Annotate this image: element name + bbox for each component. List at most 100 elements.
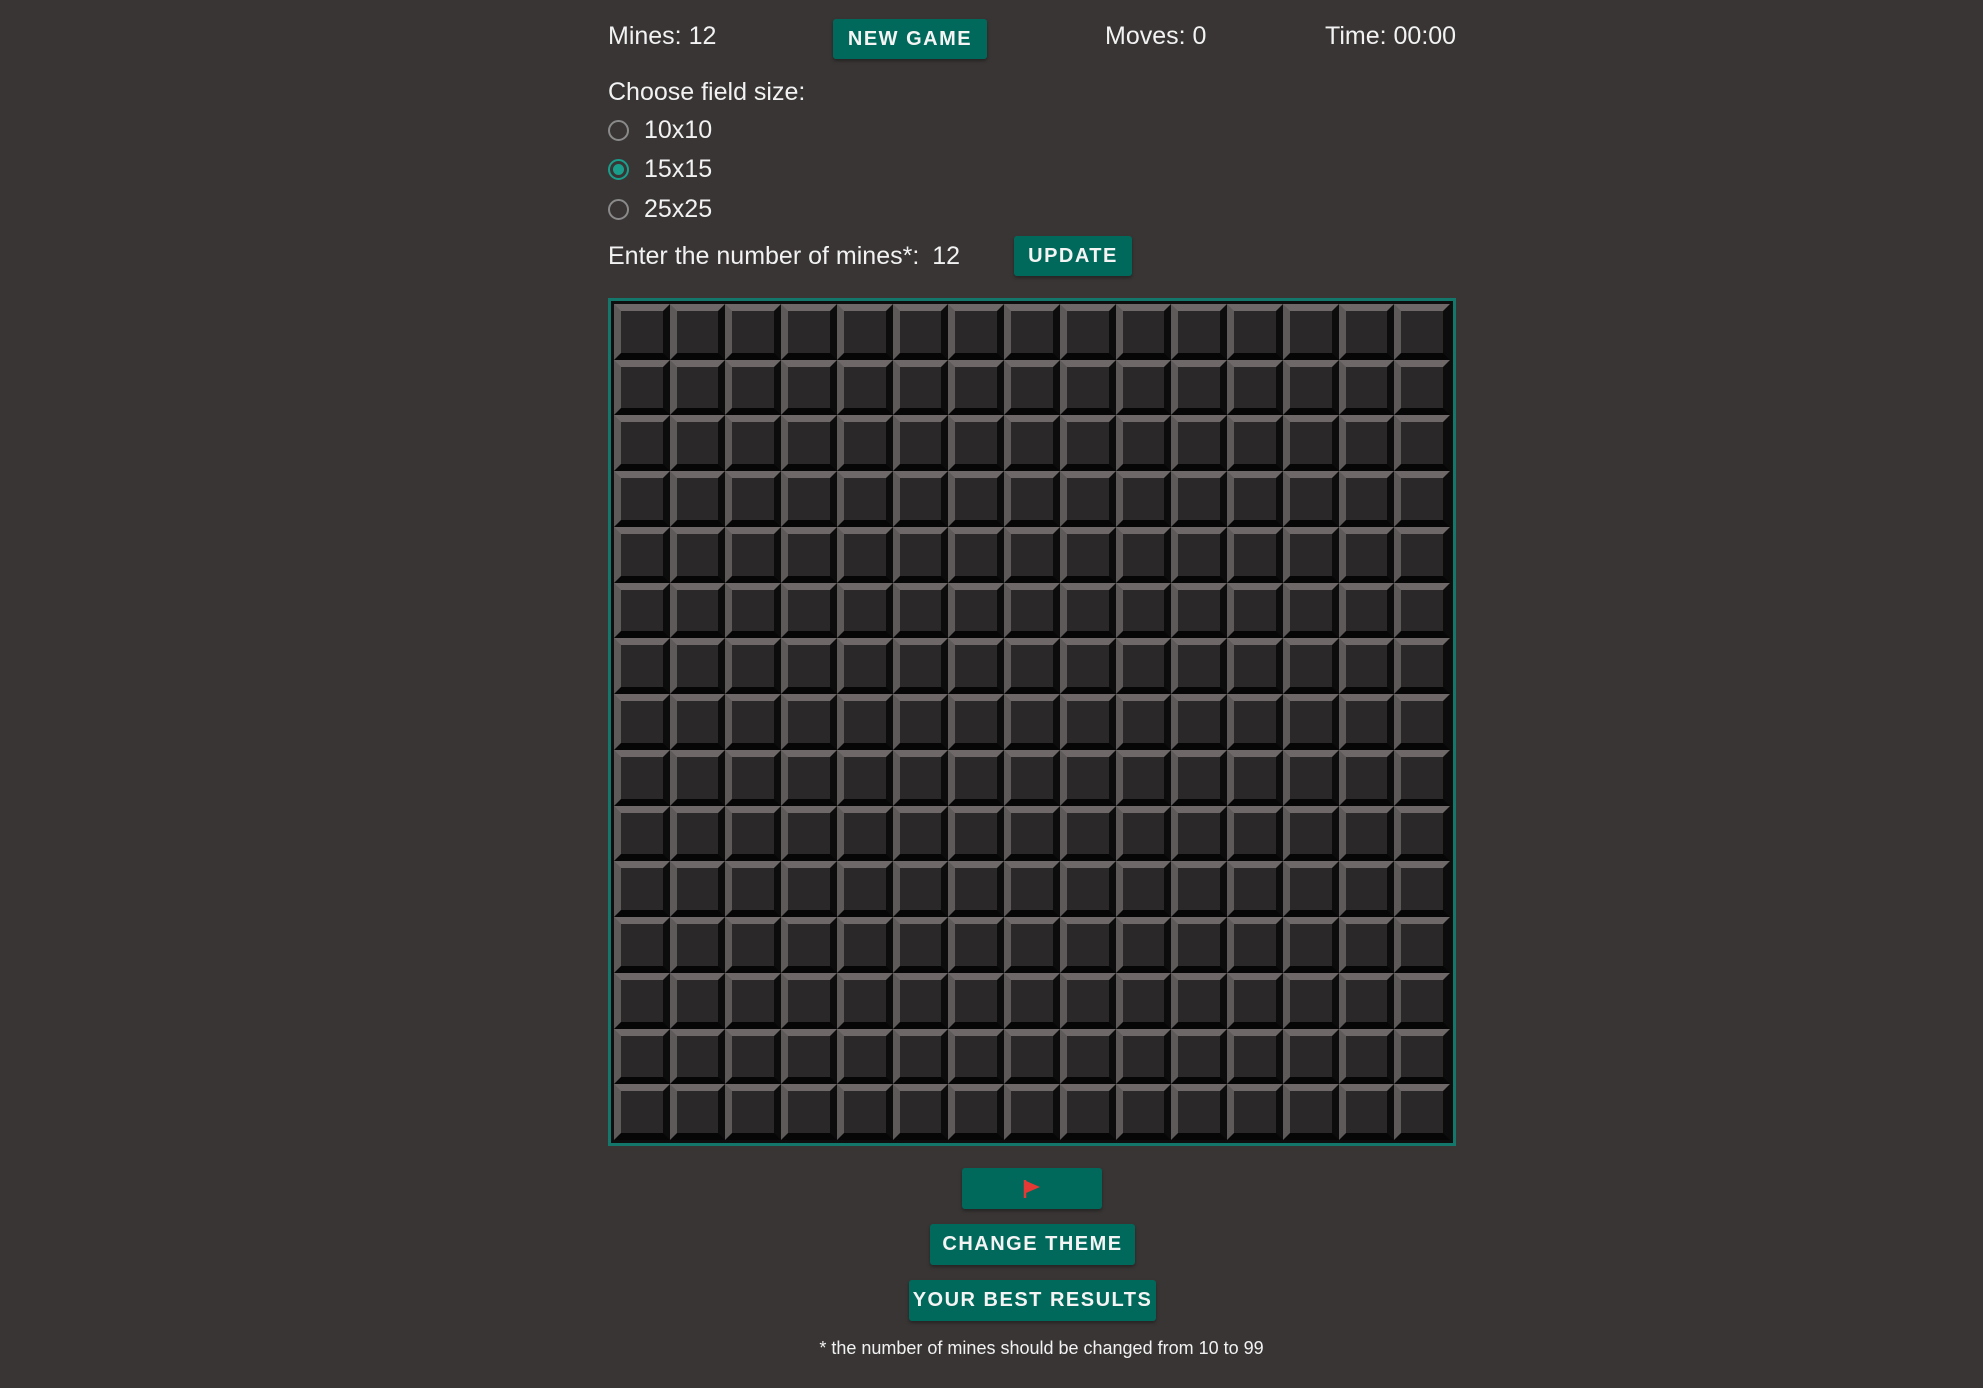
board-cell[interactable]	[781, 1084, 837, 1140]
new-game-button[interactable]: NEW GAME	[833, 19, 987, 59]
board-cell[interactable]	[1115, 917, 1172, 973]
board-cell[interactable]	[1004, 805, 1060, 862]
board-cell[interactable]	[1171, 749, 1228, 806]
field-size-option-10x10[interactable]: 10x10	[608, 114, 712, 146]
board-cell[interactable]	[1115, 1084, 1172, 1140]
board-cell[interactable]	[781, 694, 837, 750]
board-cell[interactable]	[892, 638, 949, 695]
board-cell[interactable]	[1059, 805, 1116, 862]
board-cell[interactable]	[1282, 805, 1339, 862]
board-cell[interactable]	[892, 861, 949, 918]
board-cell[interactable]	[1394, 526, 1450, 583]
board-cell[interactable]	[781, 415, 837, 472]
board-cell[interactable]	[1338, 526, 1395, 583]
board-cell[interactable]	[836, 304, 893, 360]
board-cell[interactable]	[1282, 1028, 1339, 1085]
board-cell[interactable]	[1004, 638, 1060, 695]
board-cell[interactable]	[836, 638, 893, 695]
board-cell[interactable]	[1171, 861, 1228, 918]
board-cell[interactable]	[1338, 861, 1395, 918]
board-cell[interactable]	[781, 582, 837, 639]
board-cell[interactable]	[669, 861, 726, 918]
board-cell[interactable]	[614, 415, 670, 472]
board-cell[interactable]	[725, 304, 782, 360]
board-cell[interactable]	[781, 805, 837, 862]
board-cell[interactable]	[725, 861, 782, 918]
board-cell[interactable]	[1004, 1028, 1060, 1085]
board-cell[interactable]	[1394, 415, 1450, 472]
board-cell[interactable]	[1227, 972, 1283, 1029]
board-cell[interactable]	[669, 805, 726, 862]
board-cell[interactable]	[1004, 471, 1060, 527]
board-cell[interactable]	[1282, 1084, 1339, 1140]
board-cell[interactable]	[1171, 359, 1228, 416]
board-cell[interactable]	[948, 638, 1005, 695]
board-cell[interactable]	[892, 359, 949, 416]
board-cell[interactable]	[1227, 415, 1283, 472]
board-cell[interactable]	[781, 861, 837, 918]
board-cell[interactable]	[1227, 526, 1283, 583]
board-cell[interactable]	[614, 805, 670, 862]
board-cell[interactable]	[781, 359, 837, 416]
board-cell[interactable]	[725, 805, 782, 862]
board-cell[interactable]	[948, 917, 1005, 973]
flag-mode-button[interactable]	[962, 1168, 1102, 1209]
board-cell[interactable]	[1059, 1084, 1116, 1140]
board-cell[interactable]	[1394, 638, 1450, 695]
board-cell[interactable]	[725, 526, 782, 583]
board-cell[interactable]	[892, 471, 949, 527]
board-cell[interactable]	[1394, 1028, 1450, 1085]
board-cell[interactable]	[1115, 526, 1172, 583]
board-cell[interactable]	[1171, 917, 1228, 973]
board-cell[interactable]	[1338, 304, 1395, 360]
board-cell[interactable]	[1059, 415, 1116, 472]
board-cell[interactable]	[948, 1028, 1005, 1085]
board-cell[interactable]	[1338, 972, 1395, 1029]
board-cell[interactable]	[948, 304, 1005, 360]
board-cell[interactable]	[1171, 1028, 1228, 1085]
board-cell[interactable]	[1338, 415, 1395, 472]
board-cell[interactable]	[1282, 749, 1339, 806]
board-cell[interactable]	[614, 359, 670, 416]
board-cell[interactable]	[892, 582, 949, 639]
board-cell[interactable]	[892, 304, 949, 360]
board-cell[interactable]	[1059, 749, 1116, 806]
board-cell[interactable]	[836, 471, 893, 527]
board-cell[interactable]	[1338, 582, 1395, 639]
board-cell[interactable]	[948, 805, 1005, 862]
board-cell[interactable]	[948, 861, 1005, 918]
board-cell[interactable]	[669, 1084, 726, 1140]
board-cell[interactable]	[1282, 638, 1339, 695]
board-cell[interactable]	[781, 638, 837, 695]
board-cell[interactable]	[669, 972, 726, 1029]
board-cell[interactable]	[614, 917, 670, 973]
board-cell[interactable]	[1004, 582, 1060, 639]
board-cell[interactable]	[725, 582, 782, 639]
board-cell[interactable]	[669, 304, 726, 360]
board-cell[interactable]	[836, 1084, 893, 1140]
board-cell[interactable]	[1227, 861, 1283, 918]
mines-input-field[interactable]: 12	[932, 242, 960, 270]
board-cell[interactable]	[1115, 694, 1172, 750]
radio-button-selected[interactable]	[608, 158, 629, 180]
board-cell[interactable]	[614, 638, 670, 695]
board-cell[interactable]	[836, 415, 893, 472]
board-cell[interactable]	[948, 415, 1005, 472]
best-results-button[interactable]: YOUR BEST RESULTS	[909, 1280, 1156, 1321]
board-cell[interactable]	[614, 972, 670, 1029]
board-cell[interactable]	[781, 304, 837, 360]
board-cell[interactable]	[1171, 415, 1228, 472]
board-cell[interactable]	[614, 1084, 670, 1140]
board-cell[interactable]	[1004, 972, 1060, 1029]
board-cell[interactable]	[948, 471, 1005, 527]
board-cell[interactable]	[1059, 304, 1116, 360]
board-cell[interactable]	[836, 749, 893, 806]
board-cell[interactable]	[725, 1084, 782, 1140]
board-cell[interactable]	[1282, 861, 1339, 918]
board-cell[interactable]	[1338, 749, 1395, 806]
board-cell[interactable]	[1115, 861, 1172, 918]
board-cell[interactable]	[1394, 861, 1450, 918]
board-cell[interactable]	[948, 582, 1005, 639]
board-cell[interactable]	[1059, 638, 1116, 695]
board-cell[interactable]	[948, 526, 1005, 583]
